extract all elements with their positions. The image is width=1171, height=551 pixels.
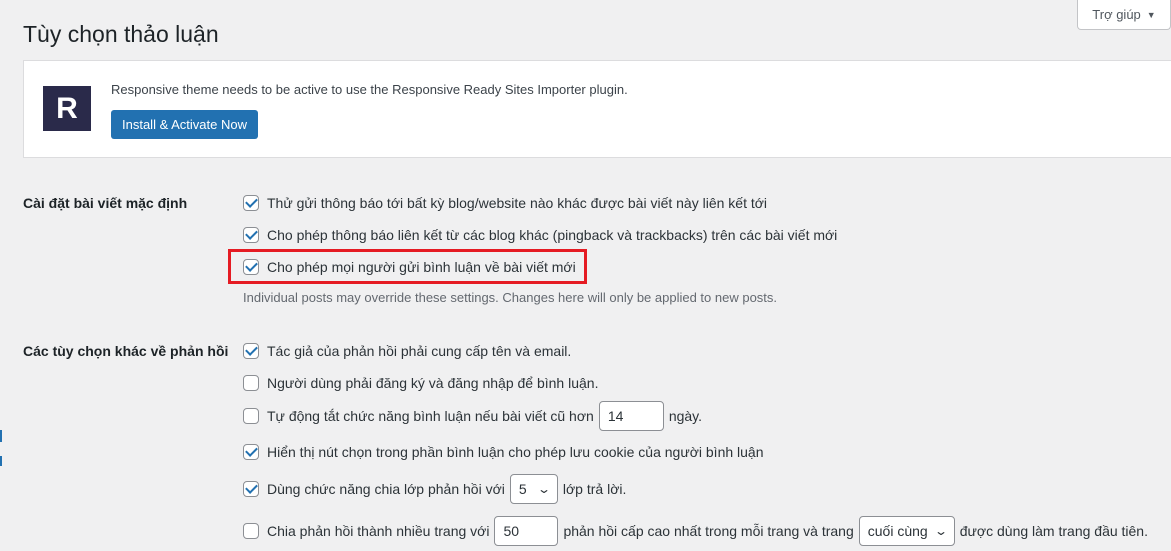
- select-value: 5: [518, 481, 527, 497]
- responsive-logo-icon: R: [43, 86, 91, 131]
- option-cookies-opt-in[interactable]: Hiển thị nút chọn trong phần bình luận c…: [243, 444, 764, 460]
- install-activate-button[interactable]: Install & Activate Now: [111, 110, 258, 139]
- option-require-name-email[interactable]: Tác giả của phản hồi phải cung cấp tên v…: [243, 343, 571, 359]
- default-settings-label: Cài đặt bài viết mặc định: [23, 195, 188, 211]
- help-tab-button[interactable]: Trợ giúp ▼: [1077, 0, 1171, 30]
- highlight-box: [228, 249, 587, 284]
- option-label: Dùng chức năng chia lớp phản hồi với: [267, 481, 505, 497]
- days-input[interactable]: 14: [598, 401, 664, 431]
- checkbox-checked[interactable]: [243, 343, 259, 359]
- default-page-select[interactable]: cuối cùng ⌄: [858, 516, 955, 546]
- option-label: Thử gửi thông báo tới bất kỳ blog/websit…: [267, 195, 768, 211]
- checkbox-unchecked[interactable]: [243, 375, 259, 391]
- option-threaded-comments[interactable]: Dùng chức năng chia lớp phản hồi với 5 ⌄…: [243, 474, 626, 504]
- option-label-suffix: ngày.: [668, 408, 703, 424]
- notice-message: Responsive theme needs to be active to u…: [111, 82, 628, 97]
- option-require-login[interactable]: Người dùng phải đăng ký và đăng nhập để …: [243, 375, 598, 391]
- settings-description: Individual posts may override these sett…: [243, 290, 778, 305]
- option-label: Cho phép thông báo liên kết từ các blog …: [267, 227, 838, 243]
- option-label-suffix: được dùng làm trang đầu tiên.: [959, 523, 1148, 539]
- option-label-middle: phản hồi cấp cao nhất trong mỗi trang và…: [563, 523, 854, 539]
- select-value: cuối cùng: [867, 523, 928, 539]
- help-tab-label: Trợ giúp: [1092, 7, 1141, 22]
- option-close-old-comments[interactable]: Tự động tắt chức năng bình luận nếu bài …: [243, 401, 702, 431]
- option-label: Tự động tắt chức năng bình luận nếu bài …: [267, 408, 594, 424]
- chevron-down-icon: ⌄: [933, 524, 948, 538]
- checkbox-checked[interactable]: [243, 227, 259, 243]
- checkbox-checked[interactable]: [243, 195, 259, 211]
- plugin-notice: R Responsive theme needs to be active to…: [23, 60, 1171, 158]
- chevron-down-icon: ⌄: [536, 482, 551, 496]
- option-label: Người dùng phải đăng ký và đăng nhập để …: [267, 375, 599, 391]
- option-label: Chia phản hồi thành nhiều trang với: [267, 523, 490, 539]
- option-allow-pingbacks[interactable]: Cho phép thông báo liên kết từ các blog …: [243, 227, 837, 243]
- comments-per-page-input[interactable]: 50: [494, 516, 559, 546]
- checkbox-checked[interactable]: [243, 481, 259, 497]
- thread-depth-select[interactable]: 5 ⌄: [509, 474, 558, 504]
- checkbox-unchecked[interactable]: [243, 523, 259, 539]
- checkbox-checked[interactable]: [243, 444, 259, 460]
- caret-down-icon: ▼: [1146, 9, 1156, 20]
- option-label: Tác giả của phản hồi phải cung cấp tên v…: [267, 343, 572, 359]
- page-title: Tùy chọn thảo luận: [23, 21, 219, 47]
- other-options-label: Các tùy chọn khác về phản hồi: [23, 343, 229, 359]
- option-paginate-comments[interactable]: Chia phản hồi thành nhiều trang với 50 p…: [243, 516, 1148, 546]
- option-pingback-notify[interactable]: Thử gửi thông báo tới bất kỳ blog/websit…: [243, 195, 767, 211]
- option-label: Hiển thị nút chọn trong phần bình luận c…: [267, 444, 764, 460]
- admin-menu-edge: [0, 456, 2, 466]
- option-label-suffix: lớp trả lời.: [562, 481, 627, 497]
- admin-menu-edge: [0, 430, 2, 442]
- checkbox-unchecked[interactable]: [243, 408, 259, 424]
